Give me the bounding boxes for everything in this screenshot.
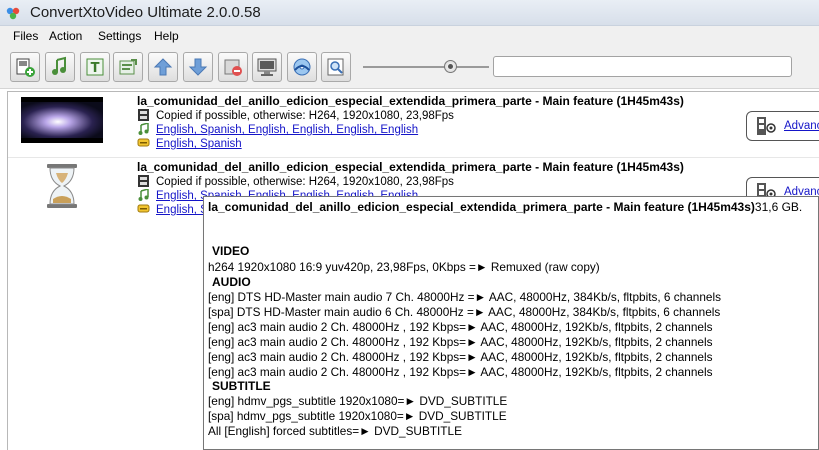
menu-action[interactable]: Action xyxy=(49,29,82,43)
film-strip-icon xyxy=(138,175,149,187)
advanced-button-label: Advanc xyxy=(784,120,819,132)
tooltip-video-header: VIDEO xyxy=(212,244,250,258)
move-down-button[interactable] xyxy=(183,52,213,82)
subtitle-tracks-link[interactable]: English, Spanish xyxy=(156,138,242,150)
audio-info-line: English, Spanish, English, English, Engl… xyxy=(137,123,418,136)
film-settings-icon xyxy=(757,117,776,135)
tooltip-audio-line: [eng] ac3 main audio 2 Ch. 48000Hz , 192… xyxy=(208,365,713,379)
tooltip-size: 31,6 GB. xyxy=(754,200,803,214)
remove-button[interactable] xyxy=(218,52,248,82)
edit-button[interactable] xyxy=(113,52,143,82)
convert-button[interactable] xyxy=(287,52,317,82)
video-thumbnail xyxy=(21,97,103,143)
tooltip-audio-header: AUDIO xyxy=(212,275,251,289)
menu-bar: Files Action Settings Help xyxy=(0,26,819,46)
magnifier-icon xyxy=(327,58,344,76)
remove-icon xyxy=(224,59,242,76)
add-files-button[interactable] xyxy=(10,52,40,82)
add-audio-button[interactable] xyxy=(45,52,75,82)
video-info-text: Copied if possible, otherwise: H264, 192… xyxy=(156,110,454,122)
toolbar: T xyxy=(0,46,819,89)
tooltip-audio-line: [eng] ac3 main audio 2 Ch. 48000Hz , 192… xyxy=(208,335,713,349)
tooltip-audio-line: [eng] ac3 main audio 2 Ch. 48000Hz , 192… xyxy=(208,320,713,334)
zoom-slider-track xyxy=(363,66,489,68)
window-title: ConvertXtoVideo Ultimate 2.0.0.58 xyxy=(30,4,261,21)
move-up-button[interactable] xyxy=(148,52,178,82)
tooltip-audio-line: [eng] ac3 main audio 2 Ch. 48000Hz , 192… xyxy=(208,350,713,364)
subtitle-bubble-icon xyxy=(137,138,150,147)
preview-icon xyxy=(257,58,277,76)
menu-settings[interactable]: Settings xyxy=(98,29,141,43)
tooltip-audio-line: [eng] DTS HD-Master main audio 7 Ch. 480… xyxy=(208,290,721,304)
tooltip-audio-line: [spa] DTS HD-Master main audio 6 Ch. 480… xyxy=(208,305,721,319)
item-title: la_comunidad_del_anillo_edicion_especial… xyxy=(137,160,684,174)
media-info-tooltip: la_comunidad_del_anillo_edicion_especial… xyxy=(203,196,819,450)
add-video-icon xyxy=(16,58,35,77)
tooltip-subtitle-line: All [English] forced subtitles=► DVD_SUB… xyxy=(208,424,462,438)
tooltip-subtitle-line: [spa] hdmv_pgs_subtitle 1920x1080=► DVD_… xyxy=(208,409,507,423)
menu-files[interactable]: Files xyxy=(13,29,38,43)
item-title: la_comunidad_del_anillo_edicion_especial… xyxy=(137,94,684,108)
app-logo-icon xyxy=(6,7,20,20)
film-strip-icon xyxy=(138,109,149,121)
video-info-line: Copied if possible, otherwise: H264, 192… xyxy=(137,109,454,122)
add-subtitle-button[interactable]: T xyxy=(80,52,110,82)
hourglass-icon xyxy=(47,164,77,208)
subtitle-bubble-icon xyxy=(137,204,150,213)
add-text-icon: T xyxy=(86,58,104,76)
svg-text:T: T xyxy=(91,61,100,76)
advanced-button[interactable]: Advanc xyxy=(746,111,819,141)
title-bar: ConvertXtoVideo Ultimate 2.0.0.58 xyxy=(0,0,819,26)
zoom-slider[interactable] xyxy=(363,60,489,74)
tooltip-header: la_comunidad_del_anillo_edicion_especial… xyxy=(208,200,802,214)
list-item[interactable]: la_comunidad_del_anillo_edicion_especial… xyxy=(8,92,819,158)
music-note-icon xyxy=(138,123,149,135)
edit-icon xyxy=(119,59,137,75)
subtitle-info-line: English, Spanish xyxy=(137,137,242,150)
video-info-text: Copied if possible, otherwise: H264, 192… xyxy=(156,176,454,188)
music-note-icon xyxy=(138,189,149,201)
video-info-line: Copied if possible, otherwise: H264, 192… xyxy=(137,175,454,188)
tooltip-subtitle-line: [eng] hdmv_pgs_subtitle 1920x1080=► DVD_… xyxy=(208,394,508,408)
menu-help[interactable]: Help xyxy=(154,29,179,43)
audio-tracks-link[interactable]: English, Spanish, English, English, Engl… xyxy=(156,124,418,136)
arrow-down-icon xyxy=(188,58,208,76)
search-button[interactable] xyxy=(321,52,351,82)
tooltip-video-line: h264 1920x1080 16:9 yuv420p, 23,98Fps, 0… xyxy=(208,260,600,274)
preview-button[interactable] xyxy=(252,52,282,82)
burn-disc-icon xyxy=(293,58,311,76)
zoom-slider-thumb[interactable] xyxy=(444,60,457,73)
add-audio-icon xyxy=(52,56,66,75)
search-input[interactable] xyxy=(493,56,792,77)
arrow-up-icon xyxy=(153,58,173,76)
tooltip-title: la_comunidad_del_anillo_edicion_especial… xyxy=(208,200,755,214)
tooltip-subtitle-header: SUBTITLE xyxy=(212,379,271,393)
